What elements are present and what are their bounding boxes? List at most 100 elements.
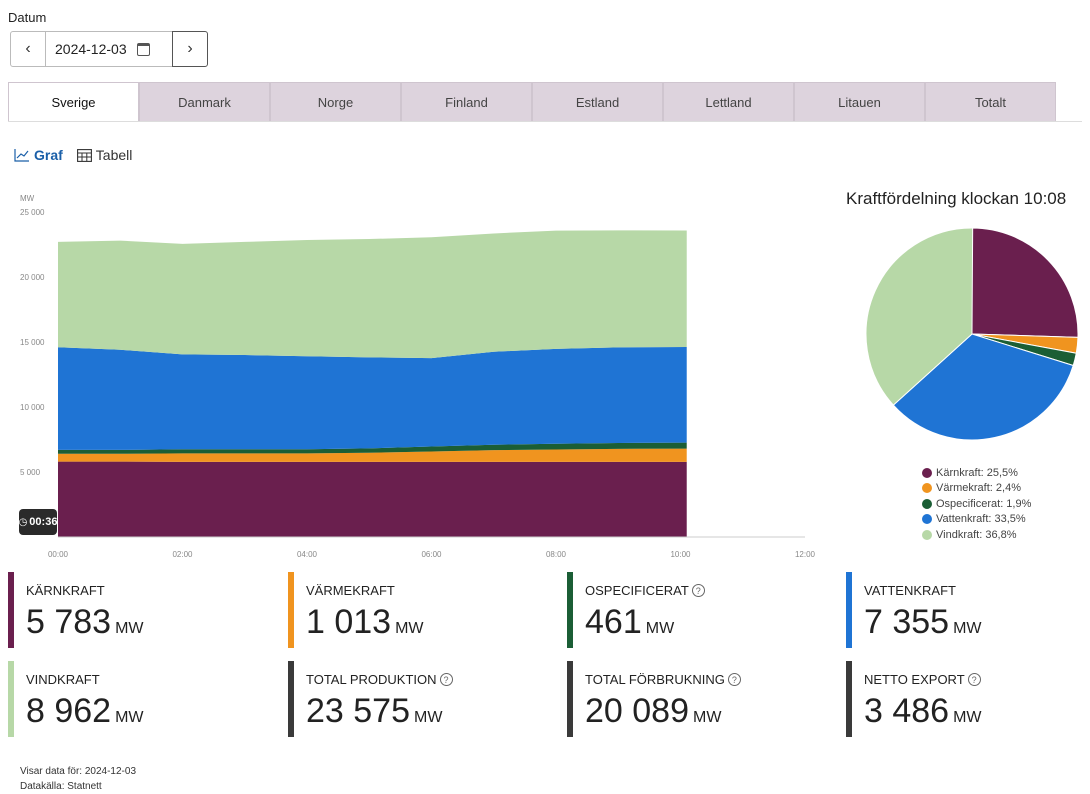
- legend-label: Vindkraft: 36,8%: [936, 528, 1017, 541]
- card-value-number: 20 089: [585, 692, 689, 730]
- card-value-unit: MW: [693, 709, 722, 726]
- stat-card-vattenkraft: VATTENKRAFT 7 355 MW: [846, 572, 1090, 648]
- x-tick-label: 04:00: [297, 550, 318, 559]
- clock-icon: ◷: [18, 516, 28, 528]
- tab-sverige[interactable]: Sverige: [8, 82, 139, 122]
- legend-swatch: [922, 483, 932, 494]
- country-tabs: Sverige Danmark Norge Finland Estland Lettlan…: [8, 82, 1056, 122]
- legend-item-kärnkraft[interactable]: Kärnkraft: 25,5%: [922, 465, 1031, 481]
- card-title: NETTO EXPORT?: [864, 672, 981, 687]
- x-tick-label: 08:00: [546, 550, 567, 559]
- card-value-number: 461: [585, 603, 642, 641]
- next-day-button[interactable]: ›: [172, 31, 208, 67]
- tab-litauen[interactable]: Litauen: [794, 82, 925, 122]
- x-tick-label: 00:00: [48, 550, 69, 559]
- pie-title: Kraftfördelning klockan 10:08: [846, 189, 1067, 208]
- help-icon[interactable]: ?: [691, 584, 705, 597]
- chevron-right-icon: ›: [187, 40, 193, 57]
- graph-view-label: Graf: [34, 147, 63, 163]
- card-title-text: TOTAL FÖRBRUKNING: [585, 672, 725, 687]
- card-title-text: VÄRMEKRAFT: [306, 583, 395, 598]
- tab-lettland[interactable]: Lettland: [663, 82, 794, 122]
- card-value: 8 962 MW: [26, 694, 144, 735]
- previous-day-button[interactable]: ‹: [10, 31, 46, 67]
- legend-swatch: [922, 529, 932, 540]
- help-icon[interactable]: ?: [967, 673, 981, 686]
- card-value-unit: MW: [395, 620, 424, 637]
- card-value: 23 575 MW: [306, 694, 442, 735]
- time-badge[interactable]: ◷ 00:36: [19, 509, 57, 535]
- legend-item-ospecificerat[interactable]: Ospecificerat: 1,9%: [922, 496, 1031, 512]
- table-view-button[interactable]: Tabell: [76, 147, 133, 163]
- stat-card-netto-export: NETTO EXPORT? 3 486 MW: [846, 661, 1090, 737]
- date-input[interactable]: 2024-12-03: [46, 31, 172, 67]
- legend-swatch: [922, 514, 932, 525]
- card-value-unit: MW: [645, 620, 675, 637]
- footer-source: Datakälla: Statnett: [20, 781, 102, 792]
- legend-label: Kärnkraft: 25,5%: [936, 466, 1018, 479]
- card-title: VATTENKRAFT: [864, 583, 956, 598]
- legend-swatch: [922, 498, 932, 509]
- card-value: 7 355 MW: [864, 605, 982, 646]
- graph-view-button[interactable]: Graf: [14, 147, 63, 163]
- card-color-bar: [846, 661, 852, 737]
- help-icon[interactable]: ?: [439, 673, 453, 686]
- tab-danmark[interactable]: Danmark: [139, 82, 270, 122]
- stat-card-total-förbrukning: TOTAL FÖRBRUKNING? 20 089 MW: [567, 661, 827, 737]
- tab-finland[interactable]: Finland: [401, 82, 532, 122]
- tabs-divider: [8, 121, 1082, 122]
- legend-label: Vattenkraft: 33,5%: [936, 513, 1026, 526]
- x-tick-label: 02:00: [172, 550, 193, 559]
- time-badge-label: 00:36: [29, 516, 58, 528]
- help-icon[interactable]: ?: [727, 673, 741, 686]
- line-chart-icon: [14, 149, 29, 162]
- legend-item-värmekraft[interactable]: Värmekraft: 2,4%: [922, 481, 1031, 497]
- x-tick-label: 10:00: [670, 550, 691, 559]
- calendar-icon[interactable]: [136, 42, 150, 56]
- tab-norge[interactable]: Norge: [270, 82, 401, 122]
- card-title: OSPECIFICERAT?: [585, 583, 705, 598]
- card-value: 1 013 MW: [306, 605, 424, 646]
- card-title: TOTAL PRODUKTION?: [306, 672, 453, 687]
- card-value-number: 1 013: [306, 603, 392, 641]
- y-tick-label: 5 000: [20, 468, 41, 477]
- card-color-bar: [288, 572, 294, 648]
- card-value: 5 783 MW: [26, 605, 144, 646]
- distribution-pie-chart[interactable]: [864, 226, 1080, 442]
- card-value: 3 486 MW: [864, 694, 982, 735]
- tab-totalt[interactable]: Totalt: [925, 82, 1056, 122]
- card-color-bar: [8, 661, 14, 737]
- card-title-text: OSPECIFICERAT: [585, 583, 689, 598]
- pie-slice-kärnkraft[interactable]: [971, 227, 1079, 338]
- legend-label: Ospecificerat: 1,9%: [936, 497, 1032, 510]
- y-tick-label: 15 000: [20, 338, 45, 347]
- card-value-number: 8 962: [26, 692, 112, 730]
- card-value-unit: MW: [115, 620, 144, 637]
- area-series-kärnkraft[interactable]: [58, 461, 687, 537]
- card-title: TOTAL FÖRBRUKNING?: [585, 672, 741, 687]
- date-value: 2024-12-03: [55, 41, 127, 57]
- card-value-unit: MW: [953, 709, 982, 726]
- legend-item-vattenkraft[interactable]: Vattenkraft: 33,5%: [922, 512, 1031, 528]
- y-tick-label: 25 000: [20, 208, 45, 217]
- area-series-vattenkraft[interactable]: [58, 347, 687, 450]
- stat-card-värmekraft: VÄRMEKRAFT 1 013 MW: [288, 572, 548, 648]
- table-view-label: Tabell: [95, 147, 133, 163]
- area-series-vindkraft[interactable]: [58, 230, 687, 359]
- view-toggle: Graf Tabell: [14, 147, 132, 163]
- card-color-bar: [288, 661, 294, 737]
- legend-label: Värmekraft: 2,4%: [936, 482, 1021, 495]
- footer-date: Visar data för: 2024-12-03: [20, 766, 137, 777]
- card-value-unit: MW: [414, 709, 443, 726]
- stat-card-kärnkraft: KÄRNKRAFT 5 783 MW: [8, 572, 268, 648]
- card-value-number: 23 575: [306, 692, 410, 730]
- card-color-bar: [846, 572, 852, 648]
- date-label: Datum: [8, 10, 47, 25]
- card-title-text: VINDKRAFT: [26, 672, 100, 687]
- legend-item-vindkraft[interactable]: Vindkraft: 36,8%: [922, 527, 1031, 543]
- table-icon: [76, 148, 92, 162]
- production-area-chart[interactable]: MW 25 000 20 000 15 000 10 000 5 000 00:00 02:0…: [0, 192, 830, 562]
- y-axis-unit: MW: [20, 194, 35, 203]
- card-title: KÄRNKRAFT: [26, 583, 105, 598]
- tab-estland[interactable]: Estland: [532, 82, 663, 122]
